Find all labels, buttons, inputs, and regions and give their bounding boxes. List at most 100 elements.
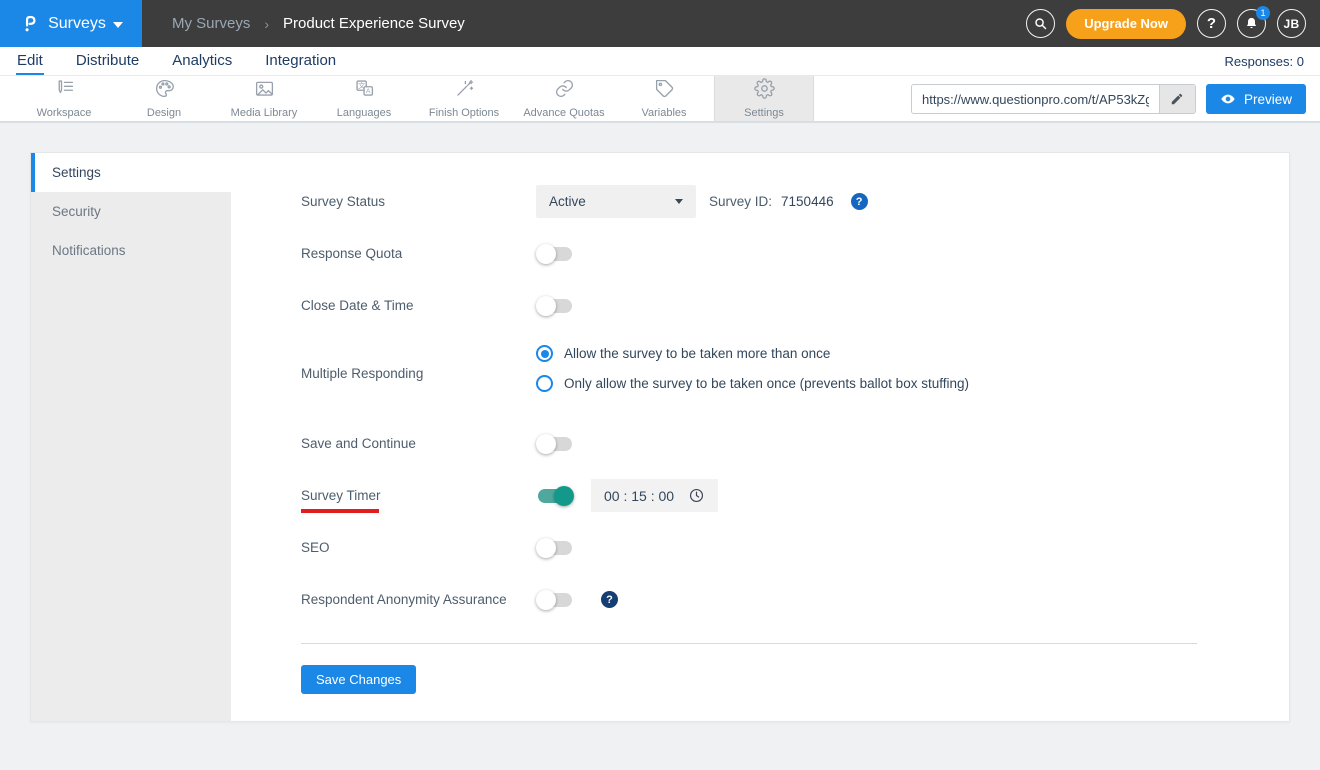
clock-icon	[690, 488, 704, 503]
survey-url-input[interactable]	[911, 85, 1159, 113]
edit-toolbar: Workspace Design Media Library 文A Langua…	[0, 76, 1320, 123]
survey-id-label: Survey ID:	[709, 194, 773, 209]
survey-id-group: Survey ID: 7150446 ?	[709, 193, 868, 210]
seo-toggle[interactable]	[536, 537, 574, 558]
toolbar-item-settings[interactable]: Settings	[714, 76, 814, 121]
preview-button[interactable]: Preview	[1205, 84, 1306, 114]
product-name: Surveys	[48, 14, 106, 32]
sidebar-item-security[interactable]: Security	[31, 192, 231, 231]
breadcrumb-my-surveys[interactable]: My Surveys	[172, 15, 250, 32]
survey-id-help-icon[interactable]: ?	[850, 193, 868, 210]
survey-url-group	[910, 84, 1196, 114]
toggle-knob	[536, 295, 556, 316]
toolbar-item-media-library[interactable]: Media Library	[214, 76, 314, 121]
close-date-time-toggle[interactable]	[536, 295, 574, 316]
seo-row: SEO	[301, 531, 1289, 564]
toggle-knob	[536, 589, 556, 610]
toolbar-item-workspace[interactable]: Workspace	[14, 76, 114, 121]
save-and-continue-row: Save and Continue	[301, 427, 1289, 460]
svg-text:A: A	[365, 88, 370, 95]
tab-analytics[interactable]: Analytics	[171, 48, 233, 75]
breadcrumb: My Surveys › Product Experience Survey	[172, 15, 465, 32]
survey-timer-label: Survey Timer	[301, 488, 536, 513]
search-button[interactable]	[1026, 9, 1056, 38]
radio-label: Only allow the survey to be taken once (…	[564, 376, 969, 391]
notification-count-badge: 1	[1256, 6, 1270, 20]
toolbar-label: Design	[146, 107, 182, 119]
search-icon	[1035, 18, 1047, 30]
respondent-anonymity-toggle[interactable]	[536, 589, 574, 610]
radio-label: Allow the survey to be taken more than o…	[564, 346, 831, 361]
red-highlight-underline	[301, 509, 379, 513]
close-date-time-label: Close Date & Time	[301, 298, 414, 313]
save-and-continue-toggle[interactable]	[536, 433, 574, 454]
bell-icon	[1246, 17, 1257, 29]
survey-timer-value: 00 : 15 : 00	[604, 487, 675, 504]
chevron-down-icon	[112, 21, 123, 28]
toolbar-item-finish-options[interactable]: Finish Options	[414, 76, 514, 121]
multiple-responding-label: Multiple Responding	[301, 365, 424, 381]
respondent-anonymity-row: Respondent Anonymity Assurance ?	[301, 583, 1289, 616]
upgrade-now-button[interactable]: Upgrade Now	[1066, 8, 1186, 39]
settings-form: Survey Status Active Survey ID: 7150446 …	[231, 153, 1289, 721]
radio-option-multiple-allowed[interactable]: Allow the survey to be taken more than o…	[536, 345, 969, 362]
pencil-icon	[1172, 93, 1183, 105]
toolbar-item-advance-quotas[interactable]: Advance Quotas	[514, 76, 614, 121]
preview-label: Preview	[1243, 91, 1292, 107]
response-quota-toggle[interactable]	[536, 243, 574, 264]
settings-sidebar: Settings Security Notifications	[31, 153, 231, 721]
notifications-button[interactable]: 1	[1237, 6, 1270, 38]
toolbar-label: Advance Quotas	[523, 107, 605, 119]
account-menu-button[interactable]: JB	[1277, 9, 1306, 38]
form-divider	[301, 643, 1197, 644]
questionpro-logo-icon	[25, 15, 36, 31]
tab-integration[interactable]: Integration	[264, 48, 337, 75]
response-quota-label: Response Quota	[301, 246, 403, 261]
anonymity-help-icon[interactable]: ?	[601, 591, 618, 608]
edit-url-button[interactable]	[1158, 85, 1195, 113]
product-switcher[interactable]: Surveys	[0, 0, 142, 47]
toolbar-label: Languages	[336, 107, 392, 119]
toggle-knob	[536, 537, 556, 558]
eye-icon	[1221, 94, 1235, 104]
survey-timer-duration-field[interactable]: 00 : 15 : 00	[591, 479, 719, 512]
respondent-anonymity-label: Respondent Anonymity Assurance	[301, 592, 507, 607]
toggle-knob	[536, 433, 556, 454]
toggle-knob	[536, 243, 556, 264]
survey-timer-label-text: Survey Timer	[301, 488, 381, 503]
survey-status-dropdown[interactable]: Active	[536, 185, 696, 218]
responses-count[interactable]: Responses: 0	[1225, 54, 1305, 69]
radio-button[interactable]	[536, 375, 553, 392]
survey-status-row: Survey Status Active Survey ID: 7150446 …	[301, 185, 1289, 218]
breadcrumb-separator: ›	[264, 15, 270, 32]
settings-card: Settings Security Notifications Survey S…	[30, 152, 1290, 722]
radio-button[interactable]	[536, 345, 553, 362]
save-changes-button[interactable]: Save Changes	[301, 665, 417, 694]
toolbar-item-languages[interactable]: 文A Languages	[314, 76, 414, 121]
tab-distribute[interactable]: Distribute	[75, 48, 140, 75]
palette-icon	[154, 78, 175, 104]
toggle-knob	[554, 485, 574, 506]
toolbar-label: Finish Options	[428, 107, 500, 119]
sidebar-item-notifications[interactable]: Notifications	[31, 231, 231, 270]
wand-icon	[454, 78, 475, 104]
gear-icon	[753, 78, 775, 104]
survey-timer-toggle[interactable]	[536, 485, 574, 506]
settings-page: Settings Security Notifications Survey S…	[0, 123, 1320, 722]
help-button[interactable]: ?	[1197, 9, 1226, 38]
toolbar-label: Workspace	[36, 107, 92, 119]
image-icon	[254, 78, 275, 104]
toolbar-item-variables[interactable]: Variables	[614, 76, 714, 121]
sidebar-item-settings[interactable]: Settings	[31, 153, 231, 192]
seo-label: SEO	[301, 540, 330, 555]
tag-icon	[654, 78, 675, 104]
toolbar-item-design[interactable]: Design	[114, 76, 214, 121]
multiple-responding-row: Multiple Responding Allow the survey to …	[301, 341, 1289, 400]
toolbar-label: Variables	[641, 107, 687, 119]
survey-status-value: Active	[549, 194, 586, 209]
multiple-responding-options: Allow the survey to be taken more than o…	[536, 341, 969, 400]
avatar: JB	[1283, 16, 1300, 31]
survey-id-value: 7150446	[781, 194, 834, 209]
tab-edit[interactable]: Edit	[16, 48, 44, 75]
radio-option-once-only[interactable]: Only allow the survey to be taken once (…	[536, 375, 969, 392]
